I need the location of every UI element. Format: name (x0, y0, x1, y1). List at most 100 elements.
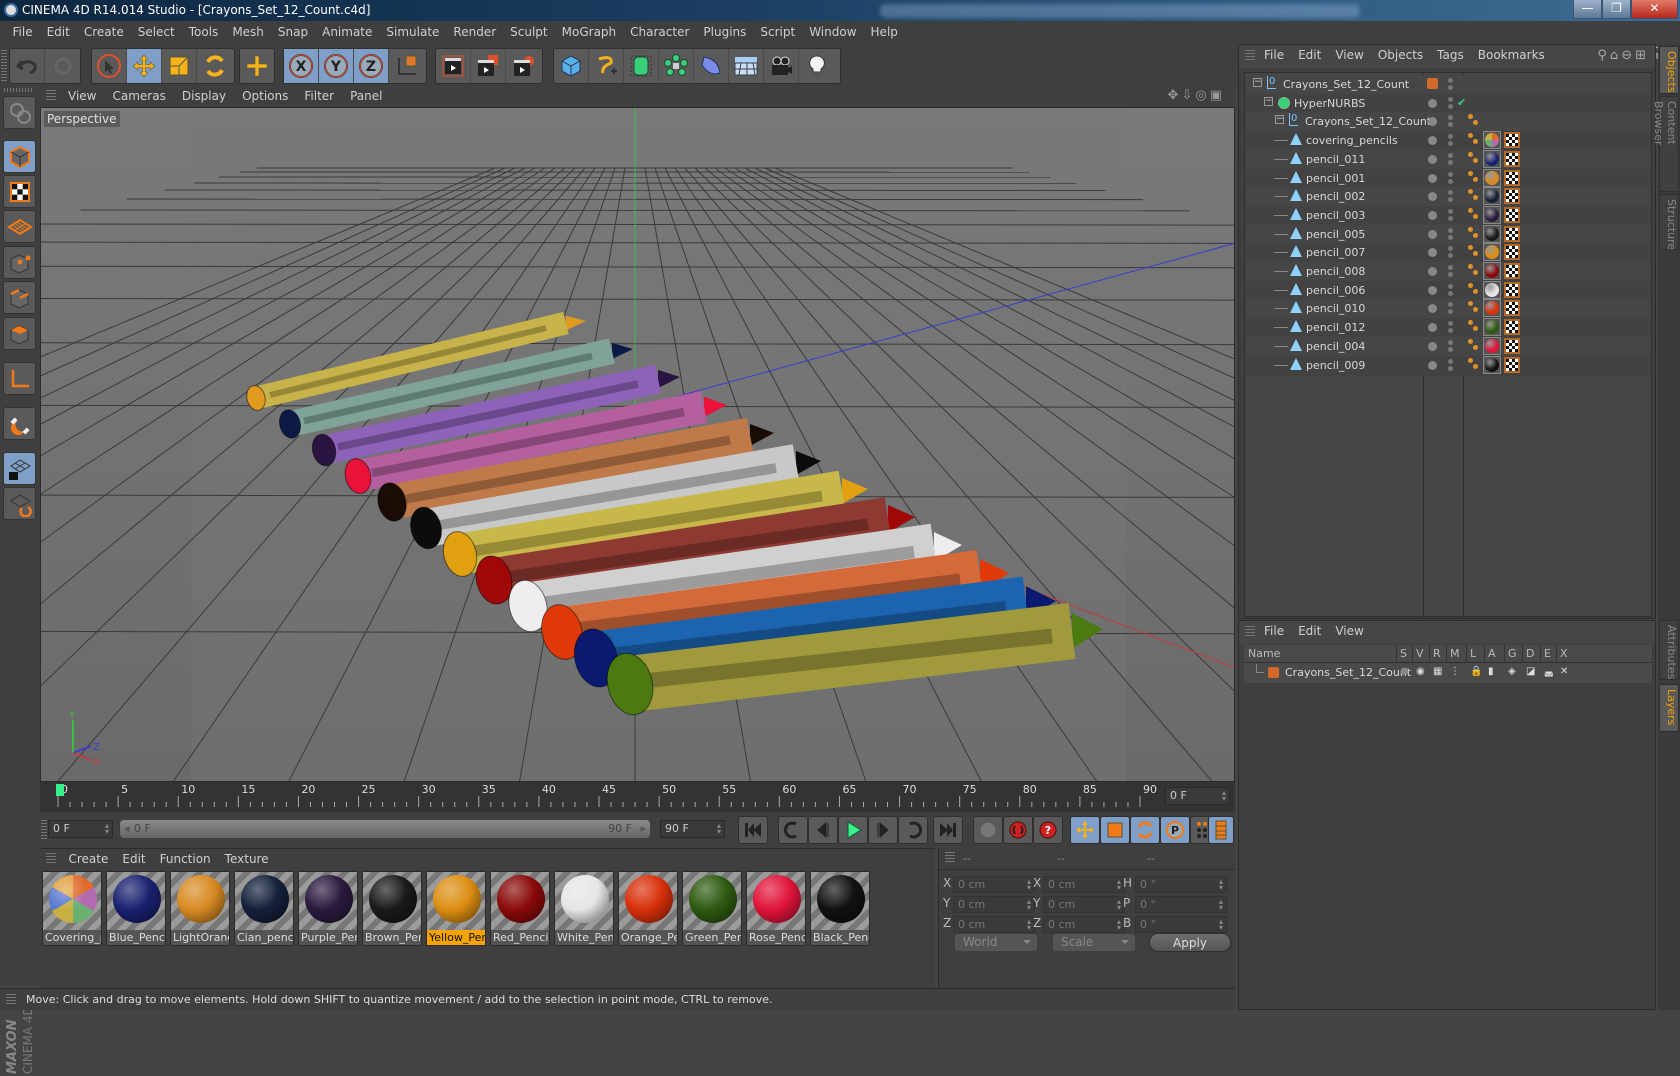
visibility-dot-icon[interactable] (1428, 267, 1437, 276)
render-visibility-dot-icon[interactable] (1448, 291, 1453, 296)
uvw-tag-icon[interactable] (1504, 300, 1520, 316)
visibility-dot-icon[interactable] (1428, 304, 1437, 313)
menu-sculpt[interactable]: Sculpt (503, 21, 554, 44)
uvw-tag-icon[interactable] (1504, 263, 1520, 279)
render-view-icon[interactable] (436, 49, 471, 83)
editor-visibility-dot-icon[interactable] (1448, 134, 1453, 139)
object-row[interactable]: pencil_011 (1245, 150, 1651, 170)
go-to-end-icon[interactable] (933, 816, 963, 844)
menu-snap[interactable]: Snap (271, 21, 315, 44)
menu-file[interactable]: File (6, 21, 40, 44)
render-picture-viewer-icon[interactable] (471, 49, 506, 83)
uvw-tag-icon[interactable] (1504, 319, 1520, 335)
objects-menu-bookmarks[interactable]: Bookmarks (1471, 45, 1552, 65)
visibility-dot-icon[interactable] (1428, 155, 1437, 164)
phong-tag-icon[interactable] (1468, 301, 1473, 306)
editor-visibility-dot-icon[interactable] (1448, 340, 1453, 345)
layer-row[interactable]: Crayons_Set_12_Count●◉▦⋮🔒▮◈◪◛✕ (1244, 663, 1652, 683)
editor-visibility-dot-icon[interactable] (1448, 97, 1453, 102)
layer-column-header[interactable]: R (1433, 647, 1441, 660)
object-row[interactable]: pencil_009 (1245, 356, 1651, 376)
key-scale-icon[interactable] (1100, 816, 1130, 844)
next-key-icon[interactable] (898, 816, 928, 844)
tab-objects[interactable]: Objects (1659, 46, 1679, 94)
coord-field[interactable]: 0 cm▴▾ (953, 916, 1035, 933)
zoom-view-icon[interactable]: ⇩ (1181, 88, 1195, 103)
layer-color-swatch[interactable] (1268, 667, 1279, 678)
frame-ruler[interactable]: 051015202530354045505560657075808590 (50, 782, 1160, 812)
editor-visibility-dot-icon[interactable] (1448, 172, 1453, 177)
object-row[interactable]: covering_pencils (1245, 131, 1651, 151)
expand-toggle-icon[interactable]: − (1253, 78, 1262, 87)
object-row[interactable]: −0Crayons_Set_12_Count (1245, 75, 1651, 95)
coord-field[interactable]: 0 cm▴▾ (1043, 876, 1125, 893)
pan-view-icon[interactable]: ✥ (1168, 88, 1182, 103)
previous-frame-icon[interactable] (808, 816, 838, 844)
material-swatch[interactable]: Black_Penc (810, 871, 870, 946)
material-tag-icon[interactable] (1483, 318, 1501, 336)
axis-mode-icon[interactable] (3, 362, 36, 395)
workplane-align-icon[interactable] (3, 487, 36, 520)
restore-button[interactable]: ❐ (1602, 0, 1631, 19)
x-axis-lock-icon[interactable]: X (284, 49, 319, 83)
material-swatch[interactable]: Yellow_Pen (426, 871, 486, 946)
material-tag-icon[interactable] (1483, 206, 1501, 224)
panel-grip[interactable] (945, 852, 955, 864)
render-visibility-dot-icon[interactable] (1448, 85, 1453, 90)
enabled-check-icon[interactable]: ✔ (1457, 96, 1466, 109)
menu-script[interactable]: Script (753, 21, 802, 44)
edges-mode-icon[interactable] (3, 281, 36, 314)
material-swatch[interactable]: Purple_Pen (298, 871, 358, 946)
phong-tag-icon[interactable] (1468, 152, 1473, 157)
manager-icon[interactable]: ⋮ (1450, 666, 1460, 677)
layer-column-header[interactable]: D (1526, 647, 1534, 660)
render-visibility-dot-icon[interactable] (1448, 309, 1453, 314)
menu-simulate[interactable]: Simulate (379, 21, 446, 44)
coordinate-system-icon[interactable] (389, 49, 424, 83)
phong-tag-icon[interactable] (1468, 171, 1473, 176)
viewport-menu-panel[interactable]: Panel (342, 86, 390, 107)
uvw-tag-icon[interactable] (1504, 170, 1520, 186)
layer-column-header[interactable]: E (1544, 647, 1551, 660)
timeline-ruler[interactable]: 051015202530354045505560657075808590 0 F… (40, 782, 1235, 812)
redo-icon[interactable] (45, 49, 80, 83)
coord-field[interactable]: 0 cm▴▾ (1043, 916, 1125, 933)
viewport-menu-cameras[interactable]: Cameras (104, 86, 173, 107)
object-row[interactable]: pencil_010 (1245, 299, 1651, 319)
uvw-tag-icon[interactable] (1504, 132, 1520, 148)
material-tag-icon[interactable] (1483, 337, 1501, 355)
animation-icon[interactable]: ▮ (1488, 666, 1494, 677)
record-active-objects-icon[interactable] (973, 816, 1003, 844)
menu-window[interactable]: Window (802, 21, 863, 44)
phong-tag-icon[interactable] (1468, 283, 1473, 288)
panel-grip[interactable] (1245, 50, 1255, 62)
generators-icon[interactable]: ◈ (1508, 666, 1516, 677)
objects-menu-view[interactable]: View (1328, 45, 1370, 65)
menu-help[interactable]: Help (864, 21, 905, 44)
polygons-mode-icon[interactable] (3, 317, 36, 350)
floor-icon[interactable] (729, 49, 764, 83)
phong-tag-icon[interactable] (1468, 245, 1473, 250)
range-left-arrow-icon[interactable]: ◂ (124, 820, 130, 838)
render-visibility-dot-icon[interactable] (1448, 141, 1453, 146)
preview-range-slider[interactable]: ◂ 0 F 90 F ▸ (120, 820, 650, 838)
layer-column-header[interactable]: A (1488, 647, 1496, 660)
render-settings-icon[interactable] (506, 49, 541, 83)
material-swatch[interactable]: Cian_penci (234, 871, 294, 946)
uvw-tag-icon[interactable] (1504, 282, 1520, 298)
go-to-start-icon[interactable] (738, 816, 768, 844)
workplane-lock-icon[interactable] (3, 452, 36, 485)
visibility-dot-icon[interactable] (1428, 211, 1437, 220)
panel-grip[interactable] (1245, 626, 1255, 638)
toggle-panel-icon[interactable]: ▣ (1210, 88, 1225, 103)
add-object-icon[interactable] (240, 49, 274, 83)
solo-icon[interactable]: ● (1400, 666, 1409, 677)
autokeying-icon[interactable] (1003, 816, 1033, 844)
model-mode-icon[interactable] (3, 140, 36, 173)
key-position-icon[interactable] (1070, 816, 1100, 844)
cube-icon[interactable] (554, 49, 589, 83)
object-row[interactable]: −0Crayons_Set_12_Count (1245, 112, 1651, 132)
texture-mode-icon[interactable] (3, 175, 36, 208)
viewport-menu-options[interactable]: Options (234, 86, 296, 107)
start-frame-field[interactable]: 0 F▴▾ (48, 820, 113, 838)
